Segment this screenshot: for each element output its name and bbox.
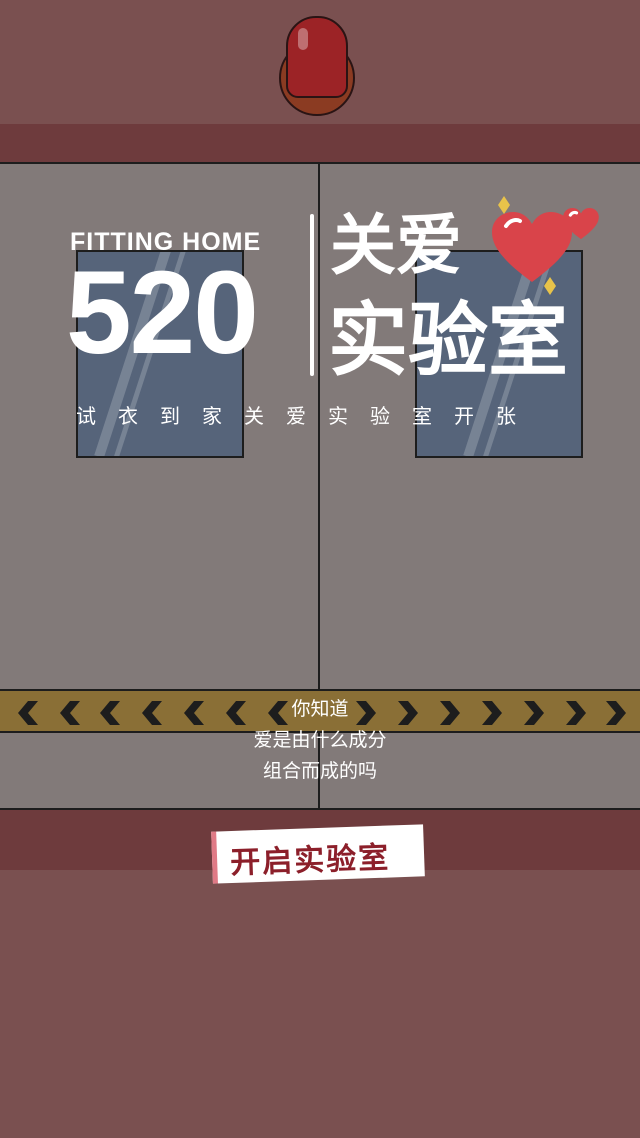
heart-icon	[492, 212, 572, 282]
bottom-wall	[0, 870, 640, 1138]
chevron-right-icon	[482, 701, 502, 725]
chevron-left-icon	[142, 701, 162, 725]
chevron-left-icon	[100, 701, 120, 725]
alarm-light-shine	[298, 28, 308, 50]
question-line: 爱是由什么成分	[253, 729, 387, 751]
chevron-left-icon	[18, 701, 38, 725]
chevron-right-icon	[524, 701, 544, 725]
heart-icon	[563, 208, 599, 240]
brand-title-line2: 实验室	[328, 294, 568, 387]
chevron-left-icon	[60, 701, 80, 725]
question-line: 组合而成的吗	[262, 760, 377, 782]
chevron-right-icon	[606, 701, 626, 725]
brand-number: 520	[66, 247, 259, 379]
sparkle-icon	[498, 196, 510, 214]
chevron-right-icon	[440, 701, 460, 725]
alarm-light-icon	[286, 16, 348, 98]
subtitle: 试衣到家关爱实验室开张	[76, 404, 538, 428]
start-lab-button[interactable]: 开启实验室	[211, 824, 425, 884]
top-wall-strip	[0, 124, 640, 162]
brand-title-line1: 关爱	[330, 207, 462, 284]
question-line: 你知道	[291, 698, 349, 720]
chevron-right-icon	[566, 701, 586, 725]
question-text: 你知道 爱是由什么成分 组合而成的吗	[200, 694, 440, 787]
sparkle-icon	[544, 277, 556, 295]
start-lab-button-label: 开启实验室	[229, 840, 391, 882]
brand-divider	[310, 214, 314, 376]
